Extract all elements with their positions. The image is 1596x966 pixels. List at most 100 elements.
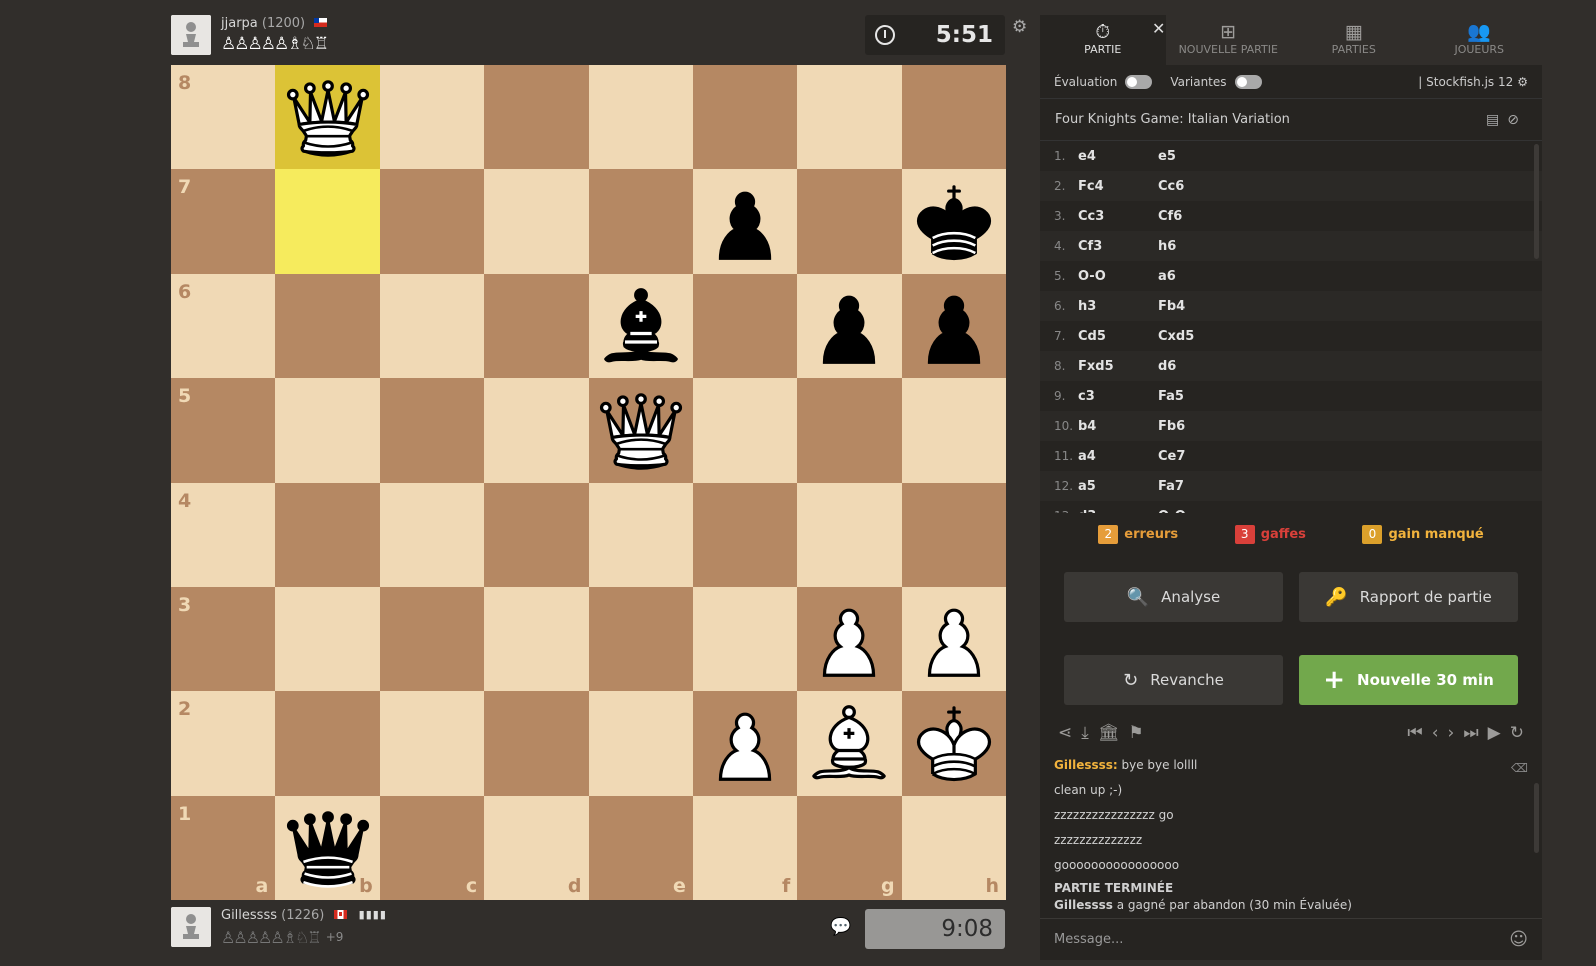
chat-scrollbar[interactable] [1534,783,1539,853]
top-player-name[interactable]: jjarpa [221,16,258,31]
message-input[interactable]: Message... [1054,932,1123,947]
share-icon[interactable]: ⋖ [1058,723,1072,743]
white-move[interactable]: Fc4 [1078,179,1158,194]
square-f3[interactable] [692,586,798,692]
square-a6[interactable]: 6 [171,273,276,379]
square-g3[interactable] [797,586,902,692]
square-e3[interactable] [588,586,693,692]
evaluation-toggle[interactable] [1125,74,1153,89]
black-move[interactable]: Cxd5 [1158,329,1238,344]
black-move[interactable]: Ce7 [1158,449,1238,464]
square-e8[interactable] [588,65,693,170]
black-move[interactable]: Fb4 [1158,299,1238,314]
white-pawn-icon[interactable] [797,587,901,691]
square-h8[interactable] [901,65,1006,170]
square-c6[interactable] [379,273,485,379]
square-h1[interactable]: h [901,795,1006,900]
square-c3[interactable] [379,586,485,692]
square-a3[interactable]: 3 [171,586,276,692]
black-move[interactable]: Fa7 [1158,479,1238,494]
square-c1[interactable]: c [379,795,485,900]
white-move[interactable]: d3 [1078,509,1158,514]
game-report-button[interactable]: 🔑 Rapport de partie [1299,572,1518,622]
white-king-icon[interactable] [902,691,1006,795]
info-icon[interactable] [875,25,895,45]
square-d1[interactable]: d [484,795,589,900]
white-move[interactable]: b4 [1078,419,1158,434]
compass-icon[interactable]: ⊘ [1507,112,1527,128]
book-icon[interactable]: ▤ [1486,112,1507,128]
square-g6[interactable] [797,273,902,379]
square-f2[interactable] [692,691,798,796]
square-a2[interactable]: 2 [171,691,276,796]
clear-chat-icon[interactable]: ⌫ [1511,761,1528,775]
tab-nouvelle-partie[interactable]: ⊞ NOUVELLE PARTIE [1166,15,1292,65]
square-c8[interactable] [379,65,485,170]
close-icon[interactable]: ✕ [1152,19,1165,38]
square-d3[interactable] [484,586,589,692]
black-move[interactable]: d6 [1158,359,1238,374]
black-queen-icon[interactable] [275,796,379,900]
square-d7[interactable] [484,169,589,274]
download-icon[interactable]: ⤓ [1081,723,1089,743]
square-d4[interactable] [484,482,589,587]
square-h5[interactable] [901,378,1006,483]
white-queen-icon[interactable] [275,65,379,169]
square-b4[interactable] [275,482,380,587]
black-move[interactable]: O-O [1158,509,1238,514]
first-move-icon[interactable]: ⏮ [1407,723,1422,743]
last-move-icon[interactable]: ⏭ [1463,723,1478,743]
square-d8[interactable] [484,65,589,170]
white-move[interactable]: Fxd5 [1078,359,1158,374]
square-d5[interactable] [484,378,589,483]
white-move[interactable]: h3 [1078,299,1158,314]
black-move[interactable]: Cf6 [1158,209,1238,224]
square-c7[interactable] [379,169,485,274]
black-move[interactable]: a6 [1158,269,1238,284]
black-move[interactable]: Fa5 [1158,389,1238,404]
square-b2[interactable] [275,691,380,796]
square-e2[interactable] [588,691,693,796]
square-b3[interactable] [275,586,380,692]
square-f6[interactable] [692,273,798,379]
bottom-player-name[interactable]: Gillessss [221,908,277,923]
square-f1[interactable]: f [692,795,798,900]
board-settings-gear-icon[interactable]: ⚙ [1012,17,1027,37]
square-b1[interactable]: b [275,795,380,900]
square-e6[interactable] [588,273,693,379]
white-move[interactable]: O-O [1078,269,1158,284]
white-pawn-icon[interactable] [902,587,1006,691]
square-h2[interactable] [901,691,1006,796]
square-a4[interactable]: 4 [171,482,276,587]
tab-partie[interactable]: ⏱ PARTIE ✕ [1040,15,1166,65]
white-move[interactable]: a4 [1078,449,1158,464]
move-list-scrollbar[interactable] [1534,144,1539,259]
black-king-icon[interactable] [902,169,1006,273]
square-c2[interactable] [379,691,485,796]
black-move[interactable]: Fb6 [1158,419,1238,434]
square-h4[interactable] [901,482,1006,587]
square-b8[interactable] [275,65,380,170]
square-e5[interactable] [588,378,693,483]
black-bishop-icon[interactable] [589,274,693,378]
black-move[interactable]: e5 [1158,149,1238,164]
square-f7[interactable] [692,169,798,274]
square-f4[interactable] [692,482,798,587]
black-pawn-icon[interactable] [902,274,1006,378]
square-g2[interactable] [797,691,902,796]
square-f8[interactable] [692,65,798,170]
previous-move-icon[interactable]: ‹ [1432,723,1439,743]
square-e7[interactable] [588,169,693,274]
black-pawn-icon[interactable] [797,274,901,378]
square-d2[interactable] [484,691,589,796]
square-c5[interactable] [379,378,485,483]
square-a8[interactable]: 8 [171,65,276,170]
museum-icon[interactable]: 🏛 [1098,723,1120,743]
flag-icon[interactable]: ⚑ [1128,723,1143,743]
square-g1[interactable]: g [797,795,902,900]
square-e4[interactable] [588,482,693,587]
square-g4[interactable] [797,482,902,587]
white-pawn-icon[interactable] [693,691,797,795]
tab-joueurs[interactable]: 👥 JOUEURS [1417,15,1543,65]
flip-board-icon[interactable]: ↻ [1510,723,1524,743]
